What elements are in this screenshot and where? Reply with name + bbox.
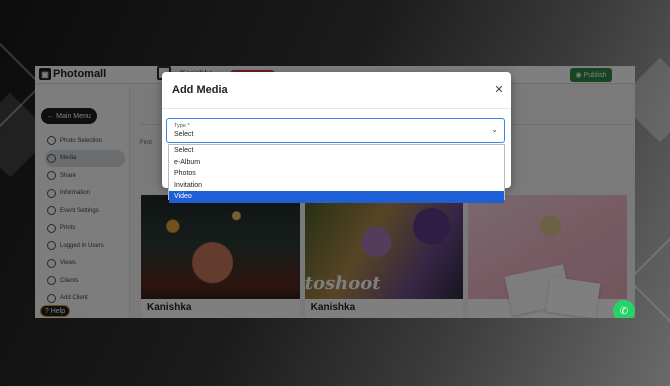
option-select[interactable]: Select xyxy=(169,145,504,157)
select-legend: Type * xyxy=(174,123,190,129)
whatsapp-icon[interactable]: ✆ xyxy=(613,300,635,318)
select-value: Select xyxy=(174,131,194,138)
option-video[interactable]: Video xyxy=(169,191,504,203)
chevron-down-icon: ⌄ xyxy=(491,125,498,134)
select-options-list: Select e-Album Photos Invitation Video xyxy=(168,144,505,203)
option-photos[interactable]: Photos xyxy=(169,168,504,180)
option-e-album[interactable]: e-Album xyxy=(169,157,504,169)
modal-title: Add Media xyxy=(172,84,228,96)
divider xyxy=(162,108,511,109)
close-icon[interactable]: ✕ xyxy=(493,84,505,96)
media-type-select[interactable]: Type * Select ⌄ xyxy=(166,118,505,143)
option-invitation[interactable]: Invitation xyxy=(169,180,504,192)
